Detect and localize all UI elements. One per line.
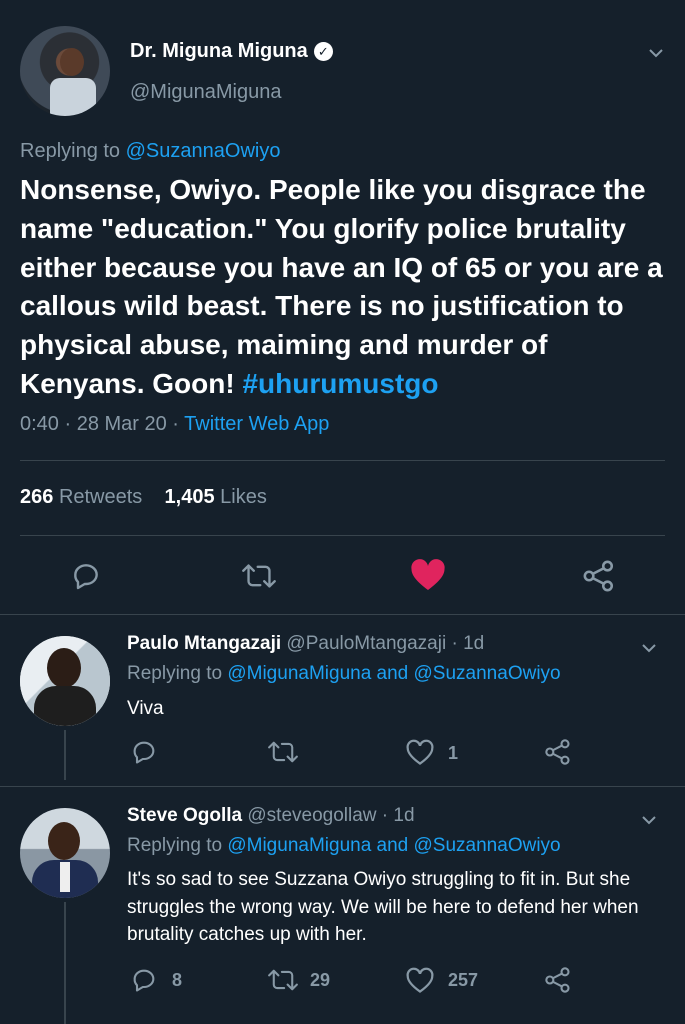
hashtag-link[interactable]: #uhurumustgo bbox=[242, 368, 438, 399]
author-avatar[interactable] bbox=[20, 26, 110, 116]
share-icon[interactable] bbox=[544, 738, 572, 766]
divider bbox=[0, 614, 685, 615]
divider bbox=[20, 535, 665, 536]
tweet-source-link[interactable]: Twitter Web App bbox=[184, 413, 329, 435]
likes-stat[interactable]: 1,405 Likes bbox=[165, 486, 267, 508]
reply-icon[interactable] bbox=[130, 738, 158, 766]
reply-avatar[interactable] bbox=[20, 636, 110, 726]
reply-header: Paulo Mtangazaji @PauloMtangazaji · 1d bbox=[127, 633, 484, 655]
likes-count: 1,405 bbox=[164, 486, 215, 508]
divider bbox=[20, 460, 665, 461]
tweet-text: Nonsense, Owiyo. People like you disgrac… bbox=[20, 171, 665, 404]
reply-author-name[interactable]: Steve Ogolla bbox=[127, 805, 242, 826]
reply-text: Viva bbox=[127, 698, 164, 719]
reply-avatar[interactable] bbox=[20, 808, 110, 898]
reply-icon[interactable] bbox=[70, 560, 102, 592]
retweet-count: 29 bbox=[310, 970, 331, 990]
like-count: 1 bbox=[448, 743, 459, 763]
chevron-down-icon[interactable] bbox=[649, 46, 663, 60]
chevron-down-icon[interactable] bbox=[642, 641, 656, 655]
replying-label: Replying to bbox=[20, 140, 121, 162]
reply-text: It's so sad to see Suzzana Owiyo struggl… bbox=[127, 869, 639, 945]
likes-label: Likes bbox=[220, 486, 267, 508]
like-icon[interactable] bbox=[410, 558, 446, 592]
retweet-icon[interactable] bbox=[268, 966, 298, 994]
replying-label: Replying to bbox=[127, 835, 223, 856]
replying-to: Replying to @SuzannaOwiyo bbox=[20, 140, 280, 163]
share-icon[interactable] bbox=[544, 966, 572, 994]
like-icon[interactable] bbox=[405, 739, 435, 766]
replying-to-link[interactable]: @MigunaMiguna and @SuzannaOwiyo bbox=[227, 835, 560, 856]
divider bbox=[0, 786, 685, 787]
tweet-body: Nonsense, Owiyo. People like you disgrac… bbox=[20, 174, 663, 399]
retweets-label: Retweets bbox=[58, 486, 143, 508]
retweet-icon[interactable] bbox=[242, 560, 276, 592]
verified-icon: ✓ bbox=[313, 42, 333, 61]
reply-handle-time[interactable]: @steveogollaw · 1d bbox=[247, 805, 414, 826]
share-icon[interactable] bbox=[582, 559, 616, 593]
like-count: 257 bbox=[448, 970, 479, 990]
reply-icon[interactable] bbox=[130, 966, 158, 994]
author-name[interactable]: Dr. Miguna Miguna ✓ bbox=[130, 40, 333, 63]
tweet-stats: 266 Retweets 1,405 Likes bbox=[20, 486, 267, 509]
author-name-text: Dr. Miguna Miguna bbox=[130, 40, 308, 62]
reply-header: Steve Ogolla @steveogollaw · 1d bbox=[127, 805, 415, 827]
reply-replying-to: Replying to @MigunaMiguna and @SuzannaOw… bbox=[127, 663, 561, 685]
retweets-count: 266 bbox=[20, 486, 54, 508]
like-icon[interactable] bbox=[405, 967, 435, 994]
reply-count: 8 bbox=[172, 970, 183, 990]
thread-line bbox=[64, 730, 66, 780]
author-handle[interactable]: @MigunaMiguna bbox=[130, 81, 282, 104]
replying-to-link[interactable]: @MigunaMiguna and @SuzannaOwiyo bbox=[227, 663, 560, 684]
reply-handle-time[interactable]: @PauloMtangazaji · 1d bbox=[286, 633, 484, 654]
replying-label: Replying to bbox=[127, 663, 223, 684]
replying-to-link[interactable]: @SuzannaOwiyo bbox=[126, 140, 281, 162]
tweet-meta: 0:40 · 28 Mar 20 · Twitter Web App bbox=[20, 413, 329, 436]
retweets-stat[interactable]: 266 Retweets bbox=[20, 486, 142, 508]
reply-replying-to: Replying to @MigunaMiguna and @SuzannaOw… bbox=[127, 835, 561, 857]
chevron-down-icon[interactable] bbox=[642, 813, 656, 827]
thread-line bbox=[64, 902, 66, 1024]
reply-author-name[interactable]: Paulo Mtangazaji bbox=[127, 633, 281, 654]
tweet-timestamp[interactable]: 0:40 · 28 Mar 20 · bbox=[20, 413, 179, 435]
retweet-icon[interactable] bbox=[268, 738, 298, 766]
